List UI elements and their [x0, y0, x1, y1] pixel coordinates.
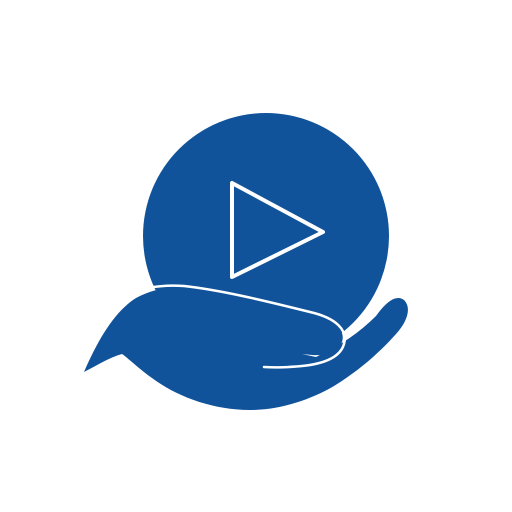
video-play-in-hand-icon — [84, 113, 408, 410]
app-icon-canvas — [0, 0, 512, 512]
